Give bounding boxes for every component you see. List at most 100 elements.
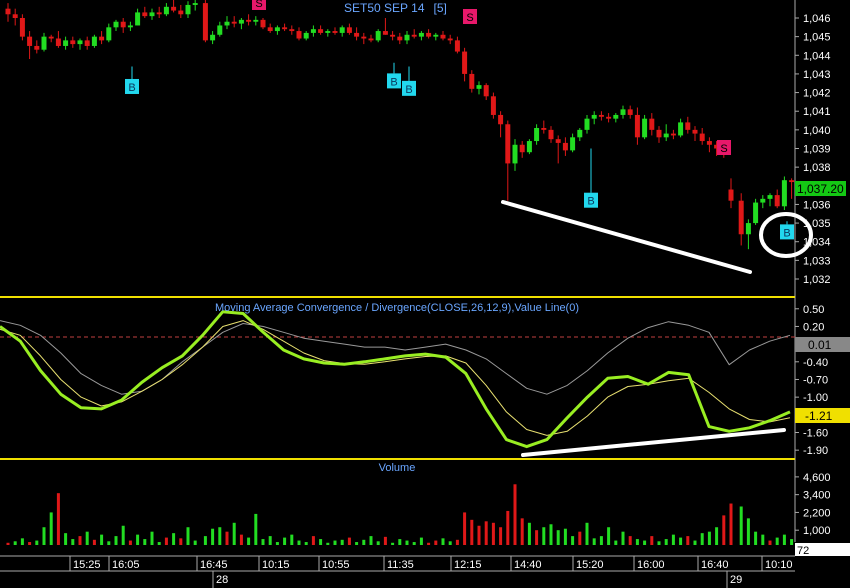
- candle-up: [106, 27, 112, 41]
- volume-bar-up: [211, 528, 215, 545]
- price-tick-label: 1,043: [803, 69, 831, 81]
- volume-bar-down: [535, 530, 539, 545]
- candle-up: [753, 202, 759, 224]
- volume-bar-up: [355, 542, 359, 545]
- price-tick-label: 1,038: [803, 162, 831, 174]
- candle-up: [526, 141, 532, 153]
- volume-bar-up: [136, 534, 140, 545]
- candle-up: [577, 129, 583, 138]
- volume-bar-down: [686, 536, 690, 545]
- volume-bar-up: [585, 522, 589, 545]
- candle-down: [462, 51, 468, 74]
- buy-label: B: [783, 227, 790, 239]
- volume-bar-down: [28, 542, 32, 545]
- candle-down: [260, 19, 266, 28]
- candle-down: [397, 36, 403, 41]
- volume-bar-up: [542, 527, 546, 545]
- time-label: 16:40: [701, 559, 729, 571]
- volume-bar-up: [340, 539, 344, 545]
- volume-bar-down: [78, 536, 82, 545]
- volume-bar-up: [693, 540, 697, 545]
- volume-bar-up: [333, 540, 337, 545]
- candle-down: [267, 27, 273, 32]
- volume-bar-up: [563, 528, 567, 545]
- macd-tick-label: -0.70: [803, 374, 828, 386]
- volume-bar-up: [107, 541, 111, 545]
- time-label: 11:35: [387, 559, 414, 571]
- volume-bar-up: [621, 531, 625, 545]
- candle-down: [368, 38, 374, 41]
- candle-up: [253, 19, 259, 22]
- volume-bar-up: [419, 537, 423, 545]
- volume-bar-up: [679, 537, 683, 545]
- candle-up: [613, 114, 619, 119]
- candle-up: [303, 32, 309, 39]
- candle-up: [238, 19, 244, 24]
- candle-up: [760, 198, 766, 203]
- volume-bar-up: [707, 531, 711, 545]
- volume-bar-up: [100, 534, 104, 545]
- candle-down: [171, 6, 177, 11]
- volume-bar-down: [470, 519, 474, 545]
- candle-down: [354, 32, 360, 37]
- volume-bar-up: [671, 534, 675, 545]
- volume-bar-up: [13, 541, 17, 545]
- candle-up: [217, 25, 223, 35]
- candle-up: [404, 34, 410, 41]
- time-label: 16:00: [637, 559, 665, 571]
- volume-bar-down: [164, 537, 168, 545]
- candle-down: [142, 12, 148, 17]
- volume-bar-up: [746, 518, 750, 545]
- candle-down: [498, 114, 504, 125]
- volume-bar-down: [455, 539, 459, 545]
- volume-bar-down: [628, 536, 632, 545]
- volume-bar-down: [484, 521, 488, 545]
- macd-tick-label: -1.90: [803, 445, 828, 457]
- candle-up: [678, 122, 684, 136]
- macd-panel-title: Moving Average Convergence / Divergence(…: [215, 302, 579, 314]
- candle-down: [202, 3, 208, 41]
- candle-down: [440, 34, 446, 39]
- candle-up: [149, 12, 155, 17]
- candle-down: [699, 133, 705, 142]
- volume-bar-up: [193, 540, 197, 545]
- candle-down: [12, 14, 18, 18]
- candle-down: [318, 29, 324, 33]
- candle-down: [519, 144, 525, 153]
- candle-up: [433, 34, 439, 37]
- candle-down: [231, 21, 237, 24]
- date-label: 28: [216, 574, 228, 586]
- volume-bar-up: [326, 542, 330, 545]
- volume-bar-up: [254, 513, 258, 545]
- candle-down: [483, 85, 489, 97]
- candle-down: [789, 180, 795, 183]
- candle-down: [738, 200, 744, 235]
- volume-bar-up: [412, 542, 416, 545]
- volume-bar-down: [239, 534, 243, 545]
- volume-bar-down: [56, 493, 60, 545]
- candle-down: [548, 129, 554, 140]
- candle-down: [27, 36, 33, 46]
- price-tick-label: 1,033: [803, 255, 831, 267]
- time-label: 12:15: [454, 559, 482, 571]
- candle-down: [634, 114, 640, 138]
- stock-chart[interactable]: 1,046 1,045 1,044 1,043 1,042 1,041 1,040 1,039…: [0, 0, 850, 588]
- candle-up: [127, 25, 133, 28]
- candle-down: [685, 122, 691, 130]
- volume-bar-up: [599, 536, 603, 545]
- price-tick-label: 1,044: [803, 50, 831, 62]
- candle-up: [135, 12, 141, 26]
- time-label: 10:55: [322, 559, 350, 571]
- volume-bar-up: [376, 541, 380, 545]
- macd-tick-label: 0.50: [803, 304, 824, 316]
- candle-down: [426, 32, 432, 37]
- volume-bar-up: [275, 542, 279, 545]
- volume-bar-up: [754, 531, 758, 545]
- volume-bar-up: [35, 540, 39, 545]
- volume-bar-up: [49, 512, 53, 545]
- candle-up: [642, 118, 648, 138]
- volume-bar-up: [20, 538, 24, 545]
- candle-up: [325, 31, 331, 33]
- candle-down: [382, 31, 388, 35]
- candle-down: [156, 12, 162, 15]
